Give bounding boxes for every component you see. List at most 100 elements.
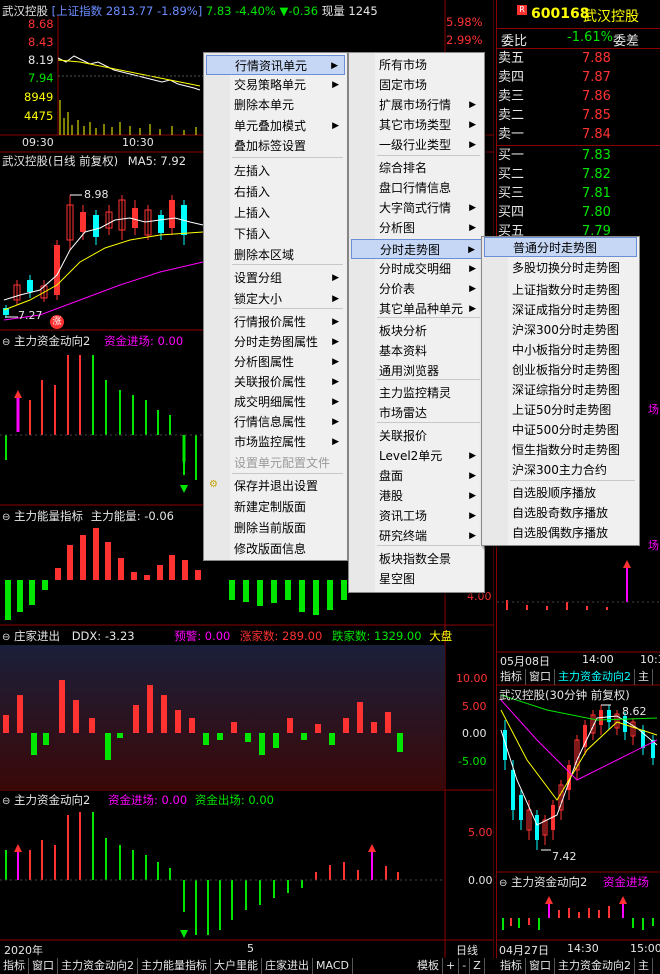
mini-tab-fund-flow[interactable]: 主力资金动向2 [555, 669, 635, 685]
menu2-item[interactable]: 所有市场 [351, 55, 482, 75]
menu2-item[interactable]: Level2单元 ▶ [351, 446, 482, 466]
ind1-collapse-icon[interactable]: ⊖ [2, 337, 10, 348]
menu2-item[interactable]: 一级行业类型 ▶ [351, 135, 482, 155]
menu2-item[interactable]: 关联报价 [351, 426, 482, 446]
menu2-item[interactable]: 分价表 ▶ [351, 279, 482, 299]
menu-item-label: 综合排名 [379, 161, 428, 175]
right-tab-window[interactable]: 窗口 [526, 958, 555, 974]
menu2-item[interactable]: 分时成交明细 ▶ [351, 259, 482, 279]
right-tab-fund-flow[interactable]: 主力资金动向2 [555, 958, 635, 974]
menu3-item[interactable]: 自选股偶数序播放 [484, 523, 637, 543]
menu1-item[interactable]: 行情信息属性 ▶ [206, 412, 345, 432]
tab-dealer[interactable]: 庄家进出 [262, 958, 313, 974]
menu2-item[interactable]: 综合排名 [351, 158, 482, 178]
menu2-item[interactable]: 港股 ▶ [351, 486, 482, 506]
menu3-item[interactable]: 深证综指分时走势图 [484, 380, 637, 400]
submenu-arrow-icon: ▶ [331, 61, 338, 71]
mini-tab-window[interactable]: 窗口 [526, 669, 555, 685]
menu-item-label: 大字简式行情 [379, 201, 452, 215]
menu2-item[interactable]: 主力监控精灵 [351, 383, 482, 403]
tab-template[interactable]: 模板 [414, 958, 443, 974]
tab-fund-flow[interactable]: 主力资金动向2 [58, 958, 138, 974]
menu-item-label: 恒生指数分时走势图 [512, 443, 621, 457]
menu2-item[interactable]: 其它市场类型 ▶ [351, 115, 482, 135]
menu2-item[interactable]: 通用浏览器 [351, 361, 482, 381]
menu3-item[interactable]: 上证50分时走势图 [484, 400, 637, 420]
menu-item-label: 删除本区域 [234, 248, 295, 262]
menu1-item[interactable]: 锁定大小 ▶ [206, 289, 345, 309]
menu3-item[interactable]: 自选股奇数序播放 [484, 503, 637, 523]
mini-tab-indicator[interactable]: 指标 [497, 669, 526, 685]
menu1-item[interactable]: 成交明细属性 ▶ [206, 392, 345, 412]
tab-energy[interactable]: 主力能量指标 [138, 958, 211, 974]
menu2-item[interactable]: 资讯工场 ▶ [351, 506, 482, 526]
menu1-item[interactable]: 单元叠加模式 ▶ [206, 116, 345, 136]
tab-plus[interactable]: + [443, 958, 460, 974]
tab-macd[interactable]: MACD [313, 958, 353, 974]
menu2-item[interactable]: 分析图 ▶ [351, 218, 482, 238]
ind4-collapse-icon[interactable]: ⊖ [2, 796, 10, 807]
ind2-collapse-icon[interactable]: ⊖ [2, 512, 10, 523]
menu2-item[interactable]: 扩展市场行情 ▶ [351, 95, 482, 115]
menu2-item[interactable]: 其它单品种单元 ▶ [351, 299, 482, 319]
menu3-item[interactable]: 沪深300分时走势图 [484, 320, 637, 340]
right-ind-collapse-icon[interactable]: ⊖ [499, 878, 507, 889]
tab-minus[interactable]: - [459, 958, 471, 974]
menu1-item[interactable]: 删除本单元 [206, 95, 345, 115]
menu1-item[interactable]: 设置分组 ▶ [206, 268, 345, 288]
menu3-item[interactable]: 沪深300主力合约 [484, 460, 637, 480]
menu3-item[interactable]: 恒生指数分时走势图 [484, 440, 637, 460]
right-tab-indicator[interactable]: 指标 [497, 958, 526, 974]
menu-item-label: 普通分时走势图 [513, 241, 598, 255]
menu3-item[interactable]: 中证500分时走势图 [484, 420, 637, 440]
menu1-item[interactable]: 市场监控属性 ▶ [206, 432, 345, 452]
quote-code: 600168 [531, 6, 590, 22]
menu1-item[interactable]: 行情资讯单元 ▶ [206, 55, 345, 75]
menu1-item[interactable]: 交易策略单元 ▶ [206, 75, 345, 95]
menu1-item[interactable]: 保存并退出设置 [206, 476, 345, 496]
menu3-item[interactable]: 自选股顺序播放 [484, 483, 637, 503]
ind3-collapse-icon[interactable]: ⊖ [2, 632, 10, 643]
menu1-item[interactable]: 关联报价属性 ▶ [206, 372, 345, 392]
menu1-item[interactable]: 分析图属性 ▶ [206, 352, 345, 372]
menu1-item[interactable]: 左插入 [206, 161, 345, 181]
menu-separator [377, 317, 480, 318]
ask-label: 卖三 [498, 89, 525, 104]
menu3-item[interactable]: 普通分时走势图 [484, 237, 637, 257]
menu3-item[interactable]: 上证指数分时走势图 [484, 280, 637, 300]
tab-indicator[interactable]: 指标 [0, 958, 29, 974]
menu3-item[interactable]: 深证成指分时走势图 [484, 300, 637, 320]
menu1-item[interactable]: 叠加标签设置 [206, 136, 345, 156]
menu1-item[interactable]: 行情报价属性 ▶ [206, 312, 345, 332]
menu1-item[interactable]: 新建定制版面 [206, 497, 345, 517]
menu2-item[interactable]: 市场雷达 [351, 403, 482, 423]
menu1-item[interactable]: 下插入 [206, 224, 345, 244]
menu1-item[interactable]: 上插入 [206, 203, 345, 223]
menu2-item[interactable]: 盘面 ▶ [351, 466, 482, 486]
menu2-item[interactable]: 板块分析 [351, 321, 482, 341]
menu-separator [232, 308, 343, 309]
menu1-item[interactable]: 删除当前版面 [206, 518, 345, 538]
menu2-item[interactable]: 板块指数全景 [351, 549, 482, 569]
tab-window[interactable]: 窗口 [29, 958, 58, 974]
tab-z[interactable]: Z [470, 958, 485, 974]
menu3-item[interactable]: 中小板指分时走势图 [484, 340, 637, 360]
menu2-item[interactable]: 基本资料 [351, 341, 482, 361]
menu2-item[interactable]: 大字简式行情 ▶ [351, 198, 482, 218]
menu1-item[interactable]: 删除本区域 [206, 245, 345, 265]
mini-tab-more[interactable]: 主 [635, 669, 653, 685]
menu1-item[interactable]: 修改版面信息 [206, 539, 345, 559]
menu1-item[interactable]: 分时走势图属性 ▶ [206, 332, 345, 352]
menu3-item[interactable]: 创业板指分时走势图 [484, 360, 637, 380]
menu-separator [377, 155, 480, 156]
right-tab-more[interactable]: 主 [635, 958, 653, 974]
settings-icon: ⚙ [209, 479, 218, 490]
menu1-item[interactable]: 右插入 [206, 182, 345, 202]
menu2-item[interactable]: 盘口行情信息 [351, 178, 482, 198]
tab-large-holder[interactable]: 大户里能 [211, 958, 262, 974]
menu2-item[interactable]: 研究终端 ▶ [351, 526, 482, 546]
menu2-item[interactable]: 分时走势图 ▶ [351, 239, 482, 259]
menu2-item[interactable]: 星空图 [351, 569, 482, 589]
menu2-item[interactable]: 固定市场 [351, 75, 482, 95]
menu3-item[interactable]: 多股切换分时走势图 [484, 258, 637, 278]
